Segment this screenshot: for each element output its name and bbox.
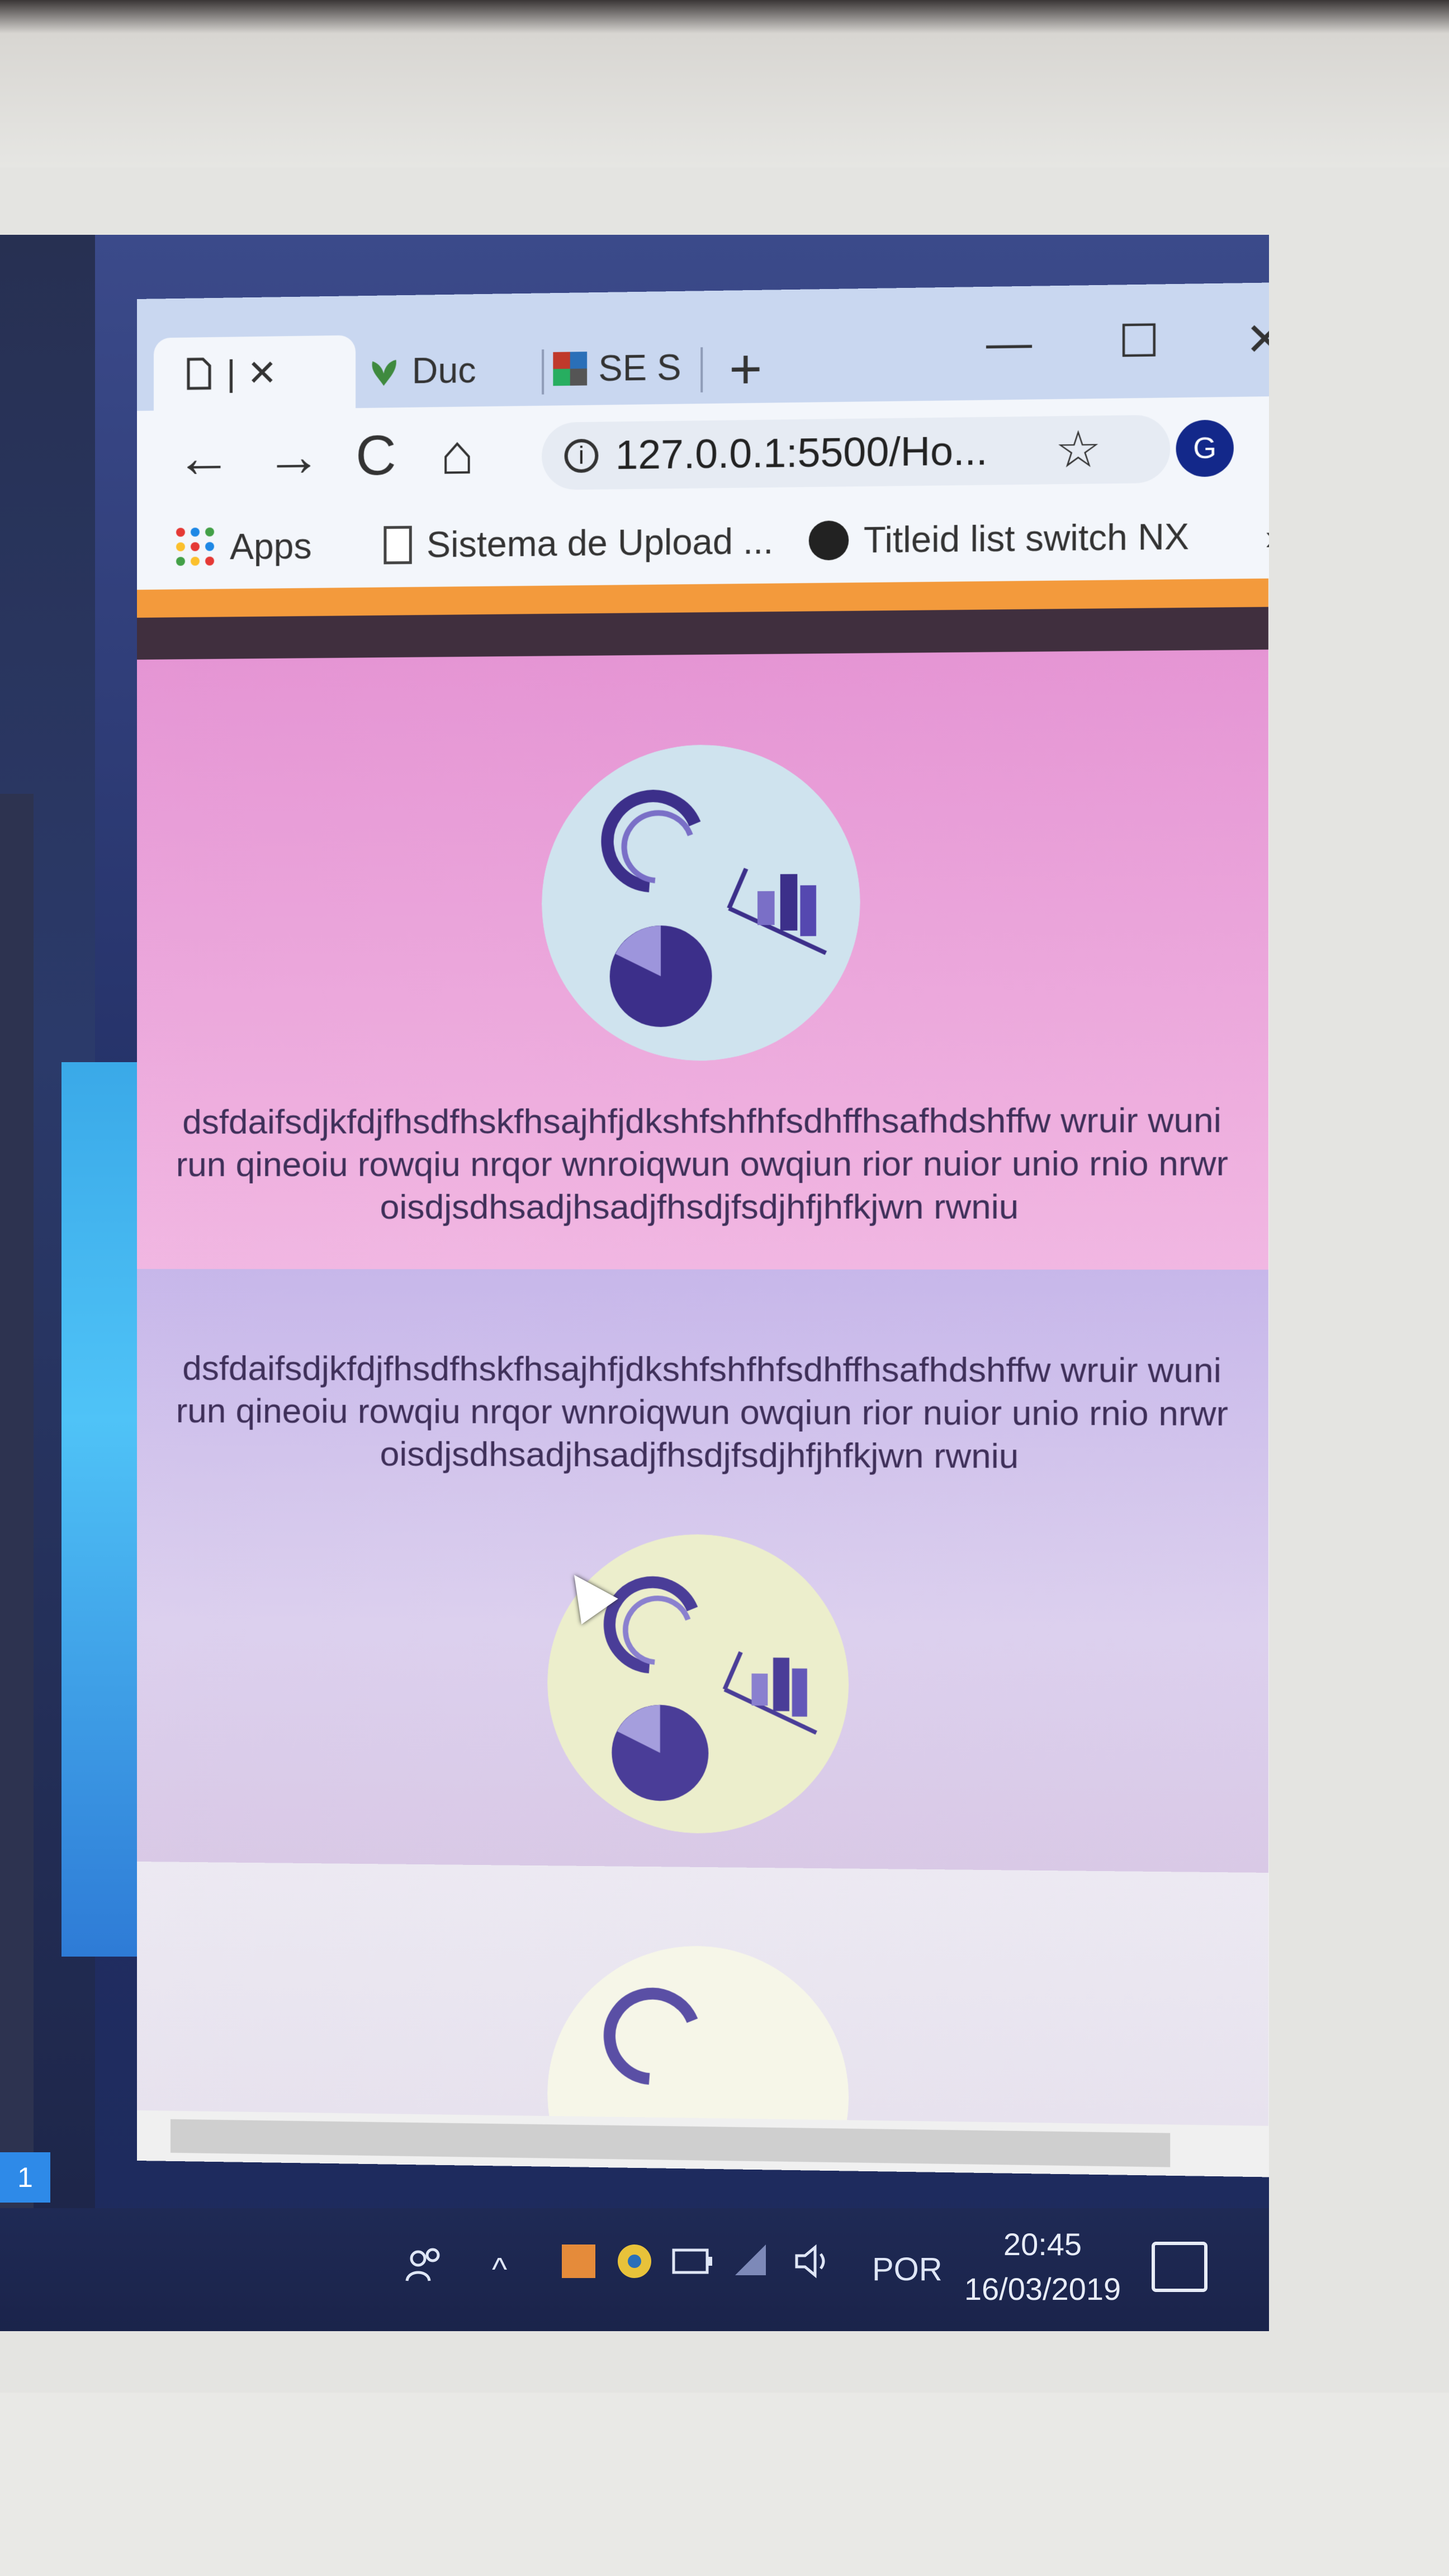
analytics-illustration: [547, 1944, 849, 2126]
tab-strip: | ✕ Duc SE S + — ☐ ✕: [137, 281, 1269, 411]
tab-close-icon[interactable]: ✕: [247, 352, 277, 394]
content-section: dsfdaifsdjkfdjfhsdfhskfhsajhfjdkshfshfhf…: [137, 649, 1268, 1270]
plant-icon: [367, 354, 400, 389]
bookmark-label: Sistema de Upload ...: [427, 520, 774, 565]
reload-button[interactable]: C: [356, 424, 396, 487]
github-icon: [808, 520, 849, 561]
home-button[interactable]: ⌂: [440, 423, 474, 486]
menu-icon[interactable]: ⋮: [1268, 419, 1269, 476]
toolbar: ← → C ⌂ i 127.0.0.1:5500/Ho... ☆ G ⋮: [137, 395, 1269, 506]
tray-app-icon[interactable]: [559, 2242, 598, 2298]
bookmark-label: Titleid list switch NX: [863, 516, 1189, 561]
page-icon: [383, 525, 412, 565]
battery-icon[interactable]: [671, 2242, 716, 2298]
action-center-icon[interactable]: [1152, 2242, 1208, 2292]
tab-duc[interactable]: Duc: [367, 333, 536, 408]
screen: 1 | ✕ Duc SE S + — ☐ ✕ ← → C ⌂ i 127.0.0…: [0, 235, 1269, 2331]
tab-active[interactable]: | ✕: [153, 335, 356, 411]
tab-separator: [542, 349, 544, 395]
section-text: dsfdaifsdjkfdjfhsdfhskfhsajhfjdkshfshfhf…: [176, 1349, 1228, 1476]
apps-grid-icon: [176, 527, 215, 567]
info-icon[interactable]: i: [564, 438, 599, 473]
people-icon[interactable]: [402, 2242, 447, 2304]
clock-time: 20:45: [1003, 2227, 1082, 2262]
bookmark-apps[interactable]: Apps: [176, 521, 312, 573]
profile-avatar[interactable]: G: [1176, 419, 1234, 477]
forward-button[interactable]: →: [266, 425, 321, 488]
editor-gutter: [0, 794, 34, 2247]
analytics-illustration: [542, 744, 860, 1062]
taskbar: ^ POR 20:45 16/03/2019: [0, 2208, 1269, 2331]
scroll-up-icon[interactable]: ▲: [1268, 584, 1269, 617]
bookmarks-bar: Apps Sistema de Upload ... Titleid list …: [137, 492, 1269, 591]
desktop-background: [0, 235, 140, 2270]
minimize-button[interactable]: —: [986, 314, 1032, 371]
page-viewport: dsfdaifsdjkfdjfhsdfhskfhsajhfjdkshfshfhf…: [137, 578, 1268, 2126]
notification-badge: 1: [0, 2152, 50, 2203]
bookmark-star-icon[interactable]: ☆: [1055, 422, 1101, 479]
address-text: 127.0.0.1:5500/Ho...: [615, 428, 988, 479]
wifi-icon[interactable]: [732, 2242, 771, 2298]
chrome-icon[interactable]: [615, 2242, 654, 2298]
vertical-scrollbar[interactable]: ▲ ▼: [1268, 577, 1269, 2127]
bookmark-sistema-upload[interactable]: Sistema de Upload ...: [383, 515, 773, 570]
flag-icon: [553, 352, 588, 386]
close-button[interactable]: ✕: [1246, 311, 1269, 368]
scroll-down-icon[interactable]: ▼: [1268, 2087, 1269, 2122]
desktop-wallpaper-glow: [61, 1062, 140, 1957]
new-tab-button[interactable]: +: [729, 338, 762, 401]
content-section: [137, 1862, 1268, 2126]
tab-title: SE S: [598, 347, 681, 389]
bookmarks-overflow-button[interactable]: »: [1265, 515, 1269, 558]
maximize-button[interactable]: ☐: [1118, 312, 1159, 370]
chevron-up-icon[interactable]: ^: [492, 2242, 507, 2298]
bookmark-label: Apps: [230, 525, 312, 567]
section-text: dsfdaifsdjkfdjfhsdfhskfhsajhfjdkshfshfhf…: [176, 1101, 1228, 1227]
tab-title: |: [226, 353, 236, 394]
page-icon: [182, 357, 215, 391]
tab-title: Duc: [411, 349, 476, 391]
scrollbar-thumb[interactable]: [170, 2119, 1171, 2167]
back-button[interactable]: ←: [176, 426, 232, 489]
tab-se[interactable]: SE S: [553, 330, 700, 406]
volume-icon[interactable]: [794, 2242, 839, 2298]
language-indicator[interactable]: POR: [872, 2242, 943, 2298]
bookmark-titleid[interactable]: Titleid list switch NX: [808, 511, 1189, 566]
browser-window: | ✕ Duc SE S + — ☐ ✕ ← → C ⌂ i 127.0.0.1…: [137, 281, 1269, 2179]
taskbar-clock[interactable]: 20:45 16/03/2019: [950, 2222, 1135, 2312]
clock-date: 16/03/2019: [964, 2271, 1121, 2307]
content-section: dsfdaifsdjkfdjfhsdfhskfhsajhfjdkshfshfhf…: [137, 1269, 1268, 1873]
tab-separator: [700, 347, 703, 392]
